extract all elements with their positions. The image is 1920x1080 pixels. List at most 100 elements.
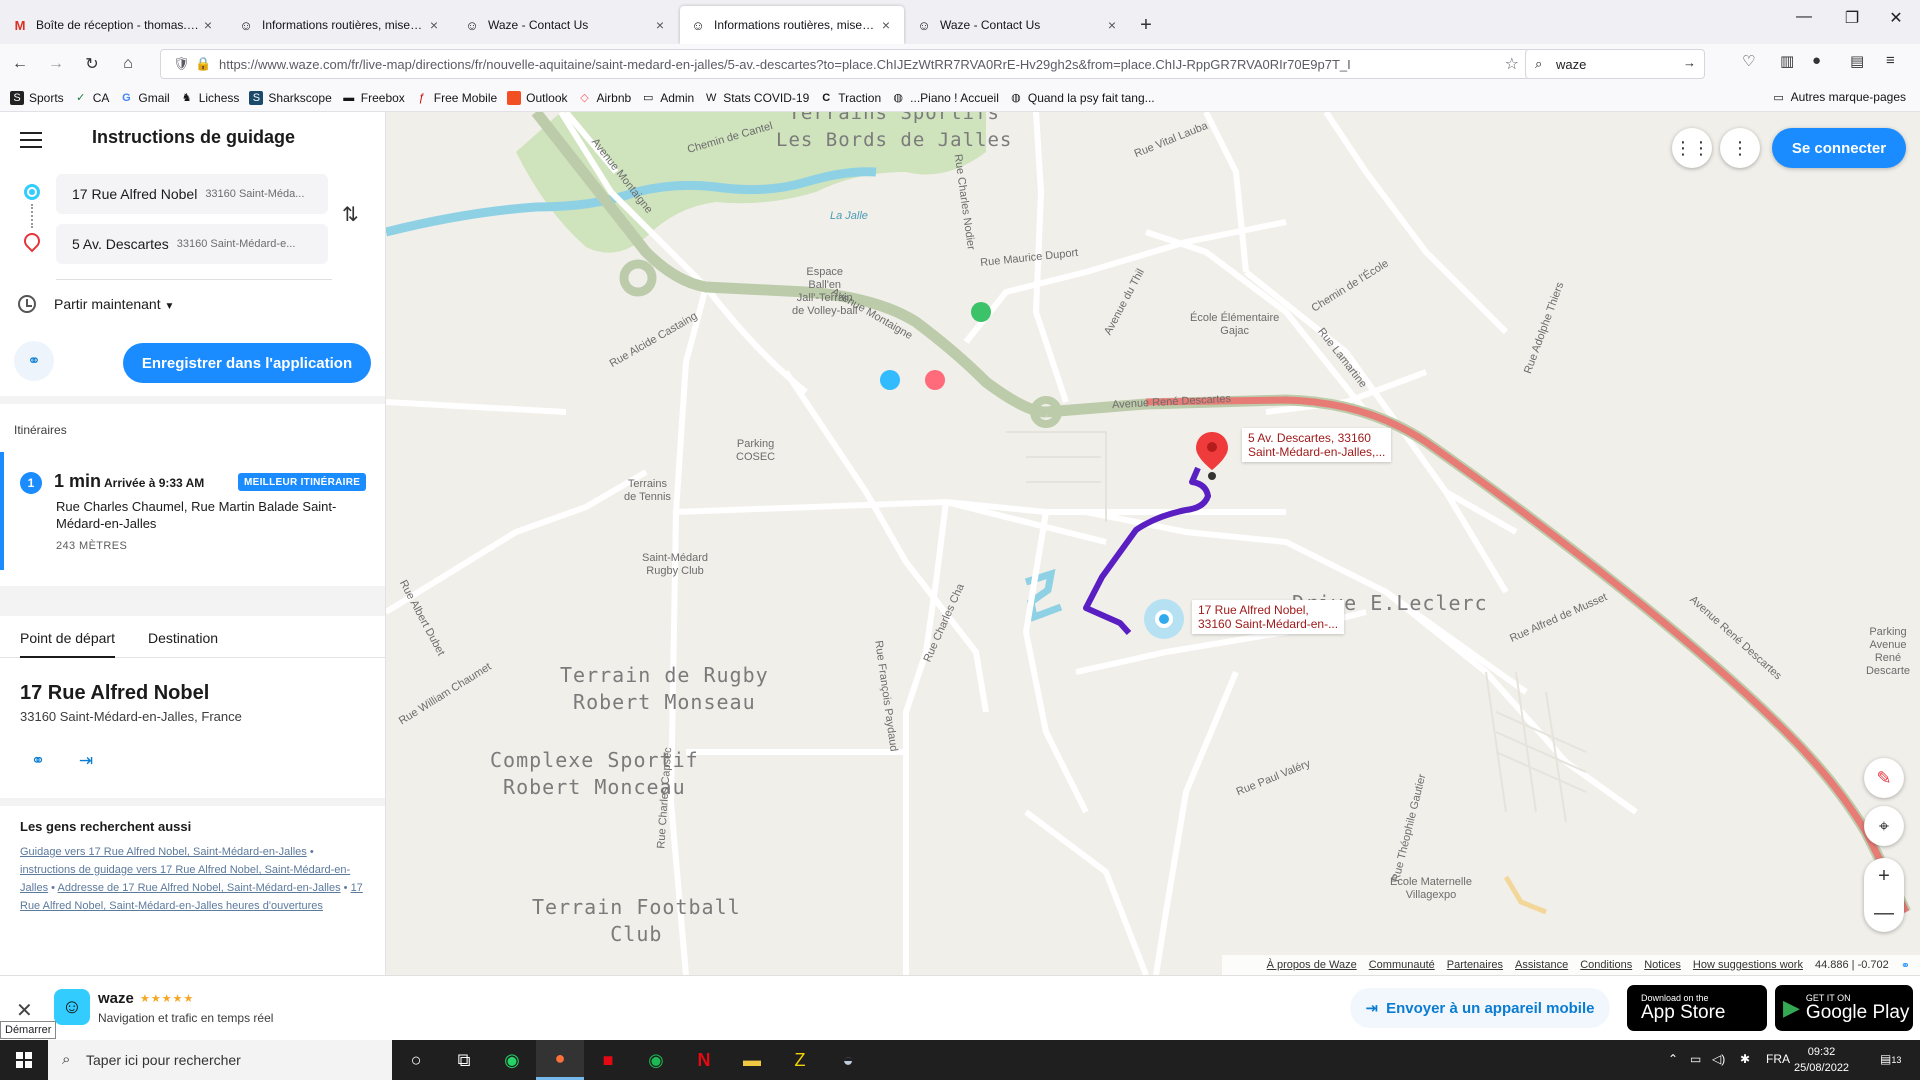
netflix-icon[interactable]: N bbox=[680, 1040, 728, 1080]
hamburger-menu-icon[interactable] bbox=[20, 132, 42, 148]
bookmark-item[interactable]: ƒ Free Mobile bbox=[415, 91, 497, 105]
send-to-mobile-button[interactable]: ⇥ Envoyer à un appareil mobile bbox=[1350, 988, 1610, 1028]
start-button[interactable] bbox=[0, 1040, 48, 1080]
route-card[interactable]: 1 1 min Arrivée à 9:33 AM MEILLEUR ITINÉ… bbox=[0, 452, 385, 582]
star-icon[interactable]: ☆ bbox=[1505, 54, 1519, 74]
also-link[interactable]: Guidage vers 17 Rue Alfred Nobel, Saint-… bbox=[20, 846, 307, 858]
bookmark-item[interactable]: ▬ Freebox bbox=[342, 91, 405, 105]
bookmarks-other[interactable]: ▭ Autres marque-pages bbox=[1772, 90, 1906, 104]
menu-icon[interactable]: ≡ bbox=[1886, 52, 1895, 69]
google-play-button[interactable]: ▶ GET IT ON Google Play bbox=[1775, 985, 1913, 1031]
back-button[interactable]: ← bbox=[4, 48, 36, 80]
browser-tab-waze-contact-1[interactable]: ☺ Waze - Contact Us × bbox=[454, 6, 678, 44]
go-arrow-icon[interactable]: → bbox=[1683, 55, 1696, 70]
zorro-icon[interactable]: Z bbox=[776, 1040, 824, 1080]
browser-tab-waze-1[interactable]: ☺ Informations routières, mises à × bbox=[228, 6, 452, 44]
share-address-icon[interactable]: ⚭ bbox=[22, 745, 54, 777]
bookmark-item[interactable]: ✓ CA bbox=[74, 91, 109, 105]
taskbar-search[interactable]: ⌕ Taper ici pour rechercher bbox=[48, 1040, 392, 1080]
swap-icon[interactable]: ⇅ bbox=[342, 202, 359, 227]
save-in-app-button[interactable]: Enregistrer dans l'application bbox=[123, 343, 371, 383]
app-store-button[interactable]: Download on the App Store bbox=[1627, 985, 1767, 1031]
search-bar[interactable]: ⌕ waze → bbox=[1525, 49, 1705, 79]
tab-destination[interactable]: Destination bbox=[148, 630, 218, 656]
shield-icon[interactable]: 🛡 bbox=[173, 56, 190, 72]
task-view-icon[interactable]: ⧉ bbox=[440, 1040, 488, 1080]
bookmark-item[interactable]: Outlook bbox=[507, 90, 568, 105]
network-icon[interactable]: ▭ bbox=[1690, 1052, 1701, 1066]
notifications-icon[interactable]: ▤13 bbox=[1880, 1052, 1901, 1066]
zoom-in-button[interactable]: + bbox=[1864, 858, 1904, 895]
taskbar-clock[interactable]: 09:32 25/08/2022 bbox=[1794, 1044, 1849, 1076]
url-bar[interactable]: 🛡 🔒 https://www.waze.com/fr/live-map/dir… bbox=[160, 49, 1530, 79]
close-promo-icon[interactable]: ✕ bbox=[16, 998, 33, 1023]
browser-tab-waze-active[interactable]: ☺ Informations routières, mises à × bbox=[680, 6, 904, 44]
destination-label[interactable]: 5 Av. Descartes, 33160 Saint-Médard-en-Ja… bbox=[1242, 428, 1392, 462]
extension-icon[interactable]: ● bbox=[1812, 52, 1821, 69]
sign-in-button[interactable]: Se connecter bbox=[1772, 128, 1906, 168]
footer-link[interactable]: Assistance bbox=[1515, 959, 1568, 971]
locate-me-button[interactable]: ⌖ bbox=[1864, 806, 1904, 846]
library-icon[interactable]: ▥ bbox=[1780, 52, 1794, 70]
close-tab-icon[interactable]: × bbox=[878, 17, 894, 33]
bookmark-item[interactable]: S Sports bbox=[10, 90, 64, 105]
share-button[interactable]: ⚭ bbox=[14, 341, 54, 381]
restore-button[interactable]: ❐ bbox=[1832, 8, 1872, 28]
browser-tab-gmail[interactable]: M Boîte de réception - thomas.gui × bbox=[2, 6, 226, 44]
reload-button[interactable]: ↻ bbox=[76, 48, 108, 80]
minimize-button[interactable]: — bbox=[1784, 8, 1824, 26]
wazer-icon[interactable] bbox=[880, 370, 900, 390]
close-tab-icon[interactable]: × bbox=[200, 17, 216, 33]
pocket-icon[interactable]: ♡ bbox=[1742, 52, 1755, 70]
report-button[interactable]: ✎ bbox=[1864, 758, 1904, 798]
footer-link[interactable]: Communauté bbox=[1369, 959, 1435, 971]
footer-link[interactable]: Conditions bbox=[1580, 959, 1632, 971]
close-tab-icon[interactable]: × bbox=[1104, 17, 1120, 33]
close-tab-icon[interactable]: × bbox=[652, 17, 668, 33]
file-explorer-icon[interactable]: ▬ bbox=[728, 1040, 776, 1080]
footer-link[interactable]: Partenaires bbox=[1447, 959, 1503, 971]
from-field[interactable]: 17 Rue Alfred Nobel 33160 Saint-Méda... bbox=[56, 174, 328, 214]
bookmark-item[interactable]: S Sharkscope bbox=[249, 90, 332, 105]
bookmark-item[interactable]: ◍ ...Piano ! Accueil bbox=[891, 91, 999, 105]
forward-button[interactable]: → bbox=[40, 48, 72, 80]
cortana-icon[interactable]: ○ bbox=[392, 1040, 440, 1080]
whatsapp-icon[interactable]: ◉ bbox=[488, 1040, 536, 1080]
bookmark-item[interactable]: C Traction bbox=[819, 91, 881, 105]
footer-link[interactable]: Notices bbox=[1644, 959, 1681, 971]
language-indicator[interactable]: FRA bbox=[1766, 1052, 1790, 1066]
start-label[interactable]: 17 Rue Alfred Nobel, 33160 Saint-Médard-e… bbox=[1192, 600, 1345, 634]
directions-icon[interactable]: ⇥ bbox=[70, 745, 102, 777]
close-tab-icon[interactable]: × bbox=[426, 17, 442, 33]
bookmark-item[interactable]: ♞ Lichess bbox=[180, 91, 240, 105]
to-field[interactable]: 5 Av. Descartes 33160 Saint-Médard-e... bbox=[56, 224, 328, 264]
apps-grid-button[interactable]: ⋮⋮ bbox=[1672, 128, 1712, 168]
also-link[interactable]: Addresse de 17 Rue Alfred Nobel, Saint-M… bbox=[57, 882, 340, 894]
footer-link[interactable]: How suggestions work bbox=[1693, 959, 1803, 971]
home-button[interactable]: ⌂ bbox=[112, 48, 144, 80]
wazer-icon[interactable] bbox=[971, 302, 991, 322]
wazer-icon[interactable] bbox=[925, 370, 945, 390]
new-tab-button[interactable]: + bbox=[1130, 6, 1162, 44]
footer-link[interactable]: À propos de Waze bbox=[1267, 959, 1357, 971]
bookmark-item[interactable]: ▭ Admin bbox=[641, 91, 694, 105]
bookmark-item[interactable]: G Gmail bbox=[119, 91, 170, 105]
bookmark-item[interactable]: W Stats COVID-19 bbox=[704, 91, 809, 105]
sidebar-icon[interactable]: ▤ bbox=[1850, 52, 1864, 70]
volume-icon[interactable]: ◁) bbox=[1712, 1052, 1725, 1066]
more-options-button[interactable]: ⋮ bbox=[1720, 128, 1760, 168]
browser-tab-waze-contact-2[interactable]: ☺ Waze - Contact Us × bbox=[906, 6, 1130, 44]
bookmark-item[interactable]: ◍ Quand la psy fait tang... bbox=[1009, 91, 1155, 105]
zoom-out-button[interactable]: — bbox=[1864, 895, 1904, 932]
close-window-button[interactable]: ✕ bbox=[1876, 8, 1916, 28]
link-icon[interactable]: ⚭ bbox=[1901, 959, 1910, 972]
paint-icon[interactable]: ◒ bbox=[824, 1040, 872, 1080]
live-map[interactable]: Terrains Sportifs Les Bords de Jalles Ter… bbox=[386, 112, 1920, 975]
bookmark-item[interactable]: ◇ Airbnb bbox=[578, 91, 631, 105]
depart-time-select[interactable]: Partir maintenant ▼ bbox=[54, 296, 174, 312]
firefox-icon[interactable]: ● bbox=[536, 1040, 584, 1080]
spotify-icon[interactable]: ◉ bbox=[632, 1040, 680, 1080]
winamax-icon[interactable]: ■ bbox=[584, 1040, 632, 1080]
tab-starting-point[interactable]: Point de départ bbox=[20, 630, 115, 658]
bluetooth-icon[interactable]: ✱ bbox=[1740, 1052, 1750, 1066]
